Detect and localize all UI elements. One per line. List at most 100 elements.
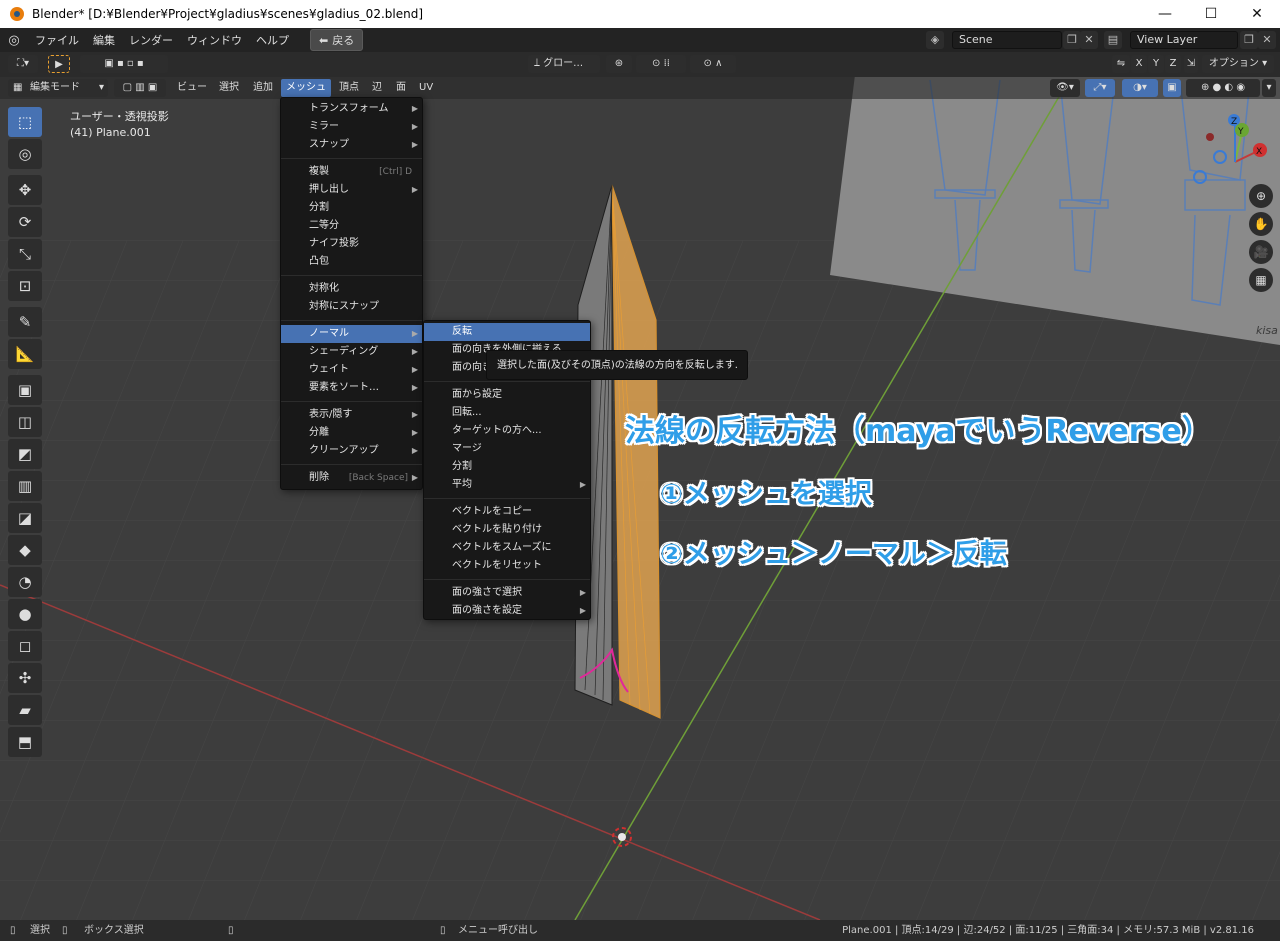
spin-tool-icon[interactable]: ◔	[8, 567, 42, 597]
mesh-menu-item[interactable]: 削除 [Back Space] ▶	[281, 469, 422, 487]
mesh-menu-item[interactable]: ノーマル ▶	[281, 325, 422, 343]
shading-options-icon[interactable]: ▾	[1262, 79, 1276, 97]
header-menu-view[interactable]: ビュー	[172, 79, 212, 97]
menu-file[interactable]: ファイル	[28, 32, 86, 48]
mesh-menu-item[interactable]: 対称化	[281, 280, 422, 298]
gizmo-toggle-icon[interactable]: ⤢▾	[1085, 79, 1115, 97]
xray-toggle-icon[interactable]: ▣	[1163, 79, 1181, 97]
shear-tool-icon[interactable]: ▰	[8, 695, 42, 725]
scene-copy-icon[interactable]: ❐	[1063, 31, 1081, 49]
knife-tool-icon[interactable]: ◪	[8, 503, 42, 533]
axis-y-toggle[interactable]: Y	[1148, 55, 1164, 73]
mesh-menu-item[interactable]: スナップ ▶	[281, 136, 422, 154]
axis-z-toggle[interactable]: Z	[1165, 55, 1181, 73]
mesh-menu-item[interactable]: シェーディング ▶	[281, 343, 422, 361]
mesh-menu-item[interactable]: 複製 [Ctrl] D	[281, 163, 422, 181]
header-menu-face[interactable]: 面	[391, 79, 411, 97]
editor-type-icon[interactable]: ⛶▾	[8, 55, 38, 73]
normal-menu-item[interactable]: 分割	[424, 458, 590, 476]
scale-tool-icon[interactable]: ⤡	[8, 239, 42, 269]
normal-menu-item[interactable]: ベクトルをスムーズに	[424, 539, 590, 557]
mesh-menu-item[interactable]: 分離 ▶	[281, 424, 422, 442]
shading-mode-icons[interactable]: ⊕ ● ◐ ◉	[1186, 79, 1260, 97]
mesh-menu-item[interactable]: 要素をソート… ▶	[281, 379, 422, 397]
normal-menu-item[interactable]: マージ	[424, 440, 590, 458]
scene-icon[interactable]: ◈	[926, 31, 944, 49]
header-menu-uv[interactable]: UV	[414, 79, 438, 97]
mesh-menu-item[interactable]: 二等分	[281, 217, 422, 235]
loop-cut-tool-icon[interactable]: ▥	[8, 471, 42, 501]
overlay-toggle-icon[interactable]: ◑▾	[1122, 79, 1158, 97]
minimize-button[interactable]: —	[1142, 0, 1188, 28]
smooth-tool-icon[interactable]: ●	[8, 599, 42, 629]
tool-settings-icon[interactable]: ▶	[48, 55, 70, 73]
normal-menu-item[interactable]: 面から設定	[424, 386, 590, 404]
annotate-tool-icon[interactable]: ✎	[8, 307, 42, 337]
header-menu-mesh[interactable]: メッシュ	[281, 79, 331, 97]
shrink-fatten-tool-icon[interactable]: ✣	[8, 663, 42, 693]
blender-menu-icon[interactable]: ◎	[0, 33, 28, 48]
proportional-edit-icon[interactable]: ⊙ ∧	[690, 55, 736, 73]
transform-orientation-select[interactable]: ⟘ グロー…	[528, 55, 600, 73]
options-dropdown[interactable]: オプション ▾	[1202, 55, 1274, 73]
snap-icon[interactable]: ⊙ ⁞⁞	[636, 55, 686, 73]
normal-menu-item[interactable]: ベクトルを貼り付け	[424, 521, 590, 539]
normal-menu-item[interactable]: 面の強さで選択 ▶	[424, 584, 590, 602]
normal-menu-item[interactable]: 平均 ▶	[424, 476, 590, 494]
select-box-tool-icon[interactable]: ⬚	[8, 107, 42, 137]
view-layer-remove-icon[interactable]: ✕	[1258, 31, 1276, 49]
header-menu-select[interactable]: 選択	[214, 79, 244, 97]
mesh-menu-item[interactable]: 凸包	[281, 253, 422, 271]
transform-tool-icon[interactable]: ⊡	[8, 271, 42, 301]
mesh-menu-item[interactable]: ナイフ投影	[281, 235, 422, 253]
uv-sync-icon[interactable]: ⇲	[1184, 55, 1198, 73]
menu-window[interactable]: ウィンドウ	[180, 32, 249, 48]
zoom-icon[interactable]: ⊕	[1249, 184, 1273, 208]
mirror-icon[interactable]: ⇋	[1112, 55, 1130, 73]
normal-menu-item[interactable]: ベクトルをリセット	[424, 557, 590, 575]
rip-tool-icon[interactable]: ⬒	[8, 727, 42, 757]
visibility-icon[interactable]: 👁▾	[1050, 79, 1080, 97]
back-button[interactable]: ⬅ 戻る	[310, 29, 364, 51]
camera-icon[interactable]: 🎥	[1249, 240, 1273, 264]
mesh-menu-item[interactable]: 対称にスナップ	[281, 298, 422, 316]
measure-tool-icon[interactable]: 📐	[8, 339, 42, 369]
view-layer-selector[interactable]: View Layer	[1130, 31, 1238, 49]
edge-slide-tool-icon[interactable]: ◻	[8, 631, 42, 661]
cursor-tool-icon[interactable]: ◎	[8, 139, 42, 169]
maximize-button[interactable]: ☐	[1188, 0, 1234, 28]
mesh-menu-item[interactable]: ミラー ▶	[281, 118, 422, 136]
poly-build-tool-icon[interactable]: ◆	[8, 535, 42, 565]
rotate-tool-icon[interactable]: ⟳	[8, 207, 42, 237]
close-button[interactable]: ✕	[1234, 0, 1280, 28]
normal-menu-item[interactable]: 回転...	[424, 404, 590, 422]
grid-view-icon[interactable]: ▦	[1249, 268, 1273, 292]
menu-help[interactable]: ヘルプ	[249, 32, 296, 48]
axis-x-toggle[interactable]: X	[1131, 55, 1147, 73]
selection-mode-icons[interactable]: ▣ ▪ ▫ ▪	[80, 55, 168, 73]
mesh-menu-item[interactable]: クリーンアップ ▶	[281, 442, 422, 460]
mode-selector[interactable]: ▦ 編集モード ▾	[8, 79, 108, 97]
mesh-menu-item[interactable]: 表示/隠す ▶	[281, 406, 422, 424]
pivot-icon[interactable]: ⊛	[606, 55, 632, 73]
mesh-menu-item[interactable]: 分割	[281, 199, 422, 217]
header-menu-edge[interactable]: 辺	[367, 79, 387, 97]
view-layer-copy-icon[interactable]: ❐	[1240, 31, 1258, 49]
select-mode-buttons[interactable]: ▢ ▥ ▣	[114, 79, 166, 97]
mesh-menu-item[interactable]: 押し出し ▶	[281, 181, 422, 199]
normal-menu-item[interactable]: ターゲットの方へ...	[424, 422, 590, 440]
scene-selector[interactable]: Scene	[952, 31, 1062, 49]
move-tool-icon[interactable]: ✥	[8, 175, 42, 205]
view-layer-icon[interactable]: ▤	[1104, 31, 1122, 49]
normal-menu-item[interactable]: ベクトルをコピー	[424, 503, 590, 521]
menu-edit[interactable]: 編集	[86, 32, 122, 48]
normal-menu-item[interactable]: 反転	[424, 323, 590, 341]
bevel-tool-icon[interactable]: ◩	[8, 439, 42, 469]
header-menu-vertex[interactable]: 頂点	[334, 79, 364, 97]
scene-remove-icon[interactable]: ✕	[1080, 31, 1098, 49]
header-menu-add[interactable]: 追加	[248, 79, 278, 97]
extrude-tool-icon[interactable]: ▣	[8, 375, 42, 405]
mesh-menu-item[interactable]: トランスフォーム ▶	[281, 100, 422, 118]
menu-render[interactable]: レンダー	[122, 32, 180, 48]
inset-tool-icon[interactable]: ◫	[8, 407, 42, 437]
